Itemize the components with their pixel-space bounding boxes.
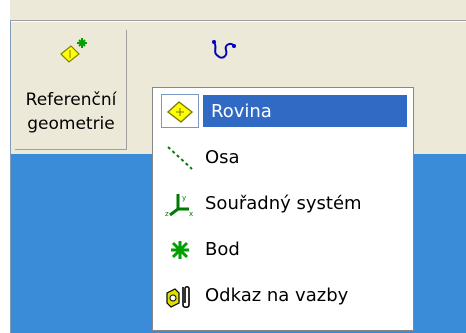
reference-geometry-menu: Rovina Osa y x z Souřadný systém Bod Odk… — [152, 87, 414, 331]
svg-text:z: z — [165, 210, 169, 217]
menu-item-label: Bod — [205, 239, 240, 260]
reference-geometry-label: Referenční geometrie — [15, 88, 127, 136]
reference-geometry-label-line2: geometrie — [27, 114, 115, 134]
point-icon — [171, 241, 189, 259]
menu-item-label: Odkaz na vazby — [205, 285, 349, 306]
reference-geometry-button[interactable]: Referenční geometrie — [15, 30, 127, 150]
curves-icon — [212, 40, 236, 59]
svg-text:x: x — [189, 210, 193, 217]
menu-item-label: Souřadný systém — [205, 193, 362, 214]
svg-text:y: y — [182, 194, 186, 202]
reference-geometry-icon — [60, 38, 87, 63]
menu-item-axis[interactable]: Osa — [157, 138, 409, 178]
menu-item-plane[interactable]: Rovina — [157, 92, 409, 132]
axis-icon — [167, 146, 193, 170]
curves-button[interactable] — [200, 30, 260, 70]
mate-reference-icon — [166, 285, 190, 309]
menu-item-mate-reference[interactable]: Odkaz na vazby — [157, 276, 409, 316]
menu-item-label: Osa — [205, 147, 240, 168]
menu-item-coordinate-system[interactable]: y x z Souřadný systém — [157, 184, 409, 224]
coordinate-system-icon: y x z — [165, 194, 193, 217]
menu-item-point[interactable]: Bod — [157, 230, 409, 270]
reference-geometry-label-line1: Referenční — [25, 90, 117, 110]
menu-item-label: Rovina — [211, 101, 272, 122]
window-frame: Referenční geometrie Rovina Osa y x z So… — [0, 0, 466, 333]
window-left-edge — [0, 0, 11, 333]
plane-icon — [166, 101, 194, 123]
window-top-strip — [10, 0, 466, 20]
